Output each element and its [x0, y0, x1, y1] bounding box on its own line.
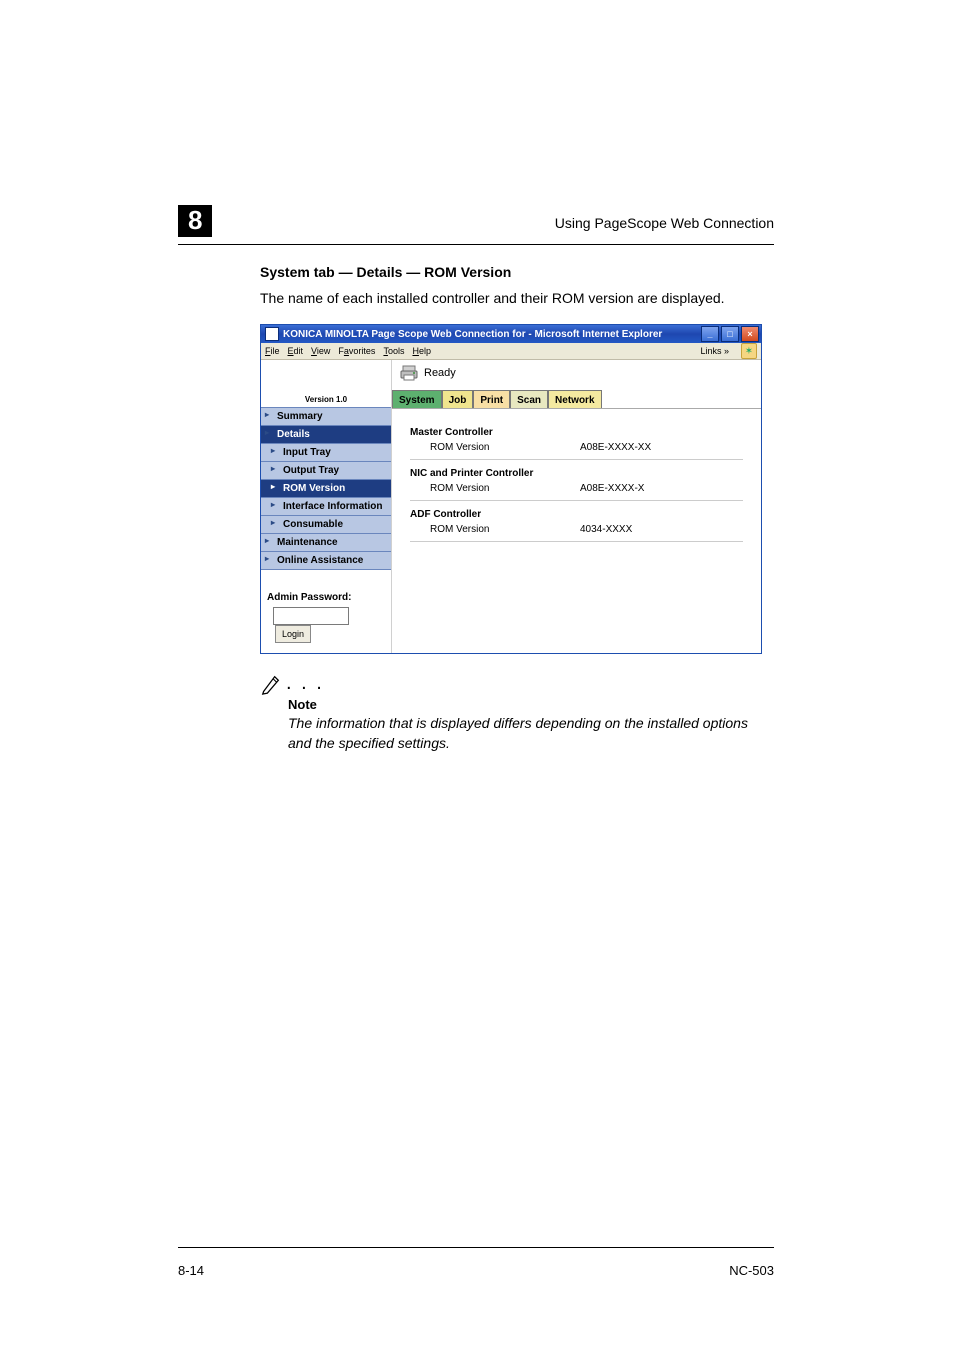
window-title-bar: KONICA MINOLTA Page Scope Web Connection…: [261, 325, 761, 343]
divider: [410, 541, 743, 542]
menu-file[interactable]: File: [265, 346, 280, 356]
tab-system[interactable]: System: [392, 390, 442, 408]
chapter-number: 8: [178, 205, 212, 237]
group-adf-controller: ADF Controller: [410, 509, 743, 520]
tab-network[interactable]: Network: [548, 390, 601, 408]
note-label: Note: [288, 697, 774, 712]
group-master-controller: Master Controller: [410, 427, 743, 438]
menu-tools[interactable]: Tools: [383, 346, 404, 356]
footer-doc-id: NC-503: [729, 1263, 774, 1278]
status-text: Ready: [424, 367, 456, 379]
ie-app-icon: [265, 327, 279, 341]
header-rule: [178, 244, 774, 245]
label-rom-version: ROM Version: [410, 483, 580, 494]
window-minimize-button[interactable]: _: [701, 326, 719, 342]
nav-maintenance[interactable]: Maintenance: [261, 533, 391, 552]
label-rom-version: ROM Version: [410, 442, 580, 453]
browser-window: KONICA MINOLTA Page Scope Web Connection…: [260, 324, 762, 654]
admin-password-label: Admin Password:: [267, 592, 385, 603]
login-button[interactable]: Login: [275, 625, 311, 643]
group-nic-controller: NIC and Printer Controller: [410, 468, 743, 479]
menu-view[interactable]: View: [311, 346, 330, 356]
section-title: System tab — Details — ROM Version: [260, 264, 774, 280]
footer-rule: [178, 1247, 774, 1248]
section-intro: The name of each installed controller an…: [260, 290, 774, 306]
admin-password-input[interactable]: [273, 607, 349, 625]
menu-favorites[interactable]: Favorites: [338, 346, 375, 356]
footer-page-number: 8-14: [178, 1263, 204, 1278]
menu-bar: File Edit View Favorites Tools Help Link…: [261, 343, 761, 360]
tab-row: System Job Print Scan Network: [392, 390, 761, 409]
divider: [410, 459, 743, 460]
tab-scan[interactable]: Scan: [510, 390, 548, 408]
value-master-rom: A08E-XXXX-XX: [580, 442, 651, 453]
main-panel: Ready System Job Print Scan Network Mast…: [392, 360, 761, 653]
nav-interface-info[interactable]: Interface Information: [261, 497, 391, 516]
side-nav: Summary Details Input Tray Output Tray R…: [261, 407, 391, 570]
app-logo-version: Version 1.0: [261, 360, 391, 408]
tab-job[interactable]: Job: [442, 390, 474, 408]
note-body: The information that is displayed differ…: [288, 714, 774, 753]
value-adf-rom: 4034-XXXX: [580, 524, 632, 535]
running-head: Using PageScope Web Connection: [555, 215, 774, 231]
row-master-rom: ROM Version A08E-XXXX-XX: [410, 442, 743, 453]
nav-summary[interactable]: Summary: [261, 407, 391, 426]
left-panel: Version 1.0 Summary Details Input Tray O…: [261, 360, 392, 653]
row-adf-rom: ROM Version 4034-XXXX: [410, 524, 743, 535]
window-title: KONICA MINOLTA Page Scope Web Connection…: [283, 329, 699, 340]
ie-throbber-icon: ✶: [741, 343, 757, 359]
label-rom-version: ROM Version: [410, 524, 580, 535]
menu-help[interactable]: Help: [412, 346, 431, 356]
nav-details[interactable]: Details: [261, 425, 391, 444]
note-icon: . . .: [260, 672, 774, 695]
row-nic-rom: ROM Version A08E-XXXX-X: [410, 483, 743, 494]
note-dots: . . .: [286, 672, 324, 695]
window-close-button[interactable]: ×: [741, 326, 759, 342]
nav-online-assistance[interactable]: Online Assistance: [261, 551, 391, 570]
nav-rom-version[interactable]: ROM Version: [261, 479, 391, 498]
divider: [410, 500, 743, 501]
tab-print[interactable]: Print: [473, 390, 510, 408]
window-maximize-button[interactable]: □: [721, 326, 739, 342]
nav-consumable[interactable]: Consumable: [261, 515, 391, 534]
links-label[interactable]: Links: [700, 346, 729, 356]
menu-edit[interactable]: Edit: [288, 346, 304, 356]
nav-input-tray[interactable]: Input Tray: [261, 443, 391, 462]
printer-icon: [400, 364, 418, 382]
nav-output-tray[interactable]: Output Tray: [261, 461, 391, 480]
value-nic-rom: A08E-XXXX-X: [580, 483, 644, 494]
